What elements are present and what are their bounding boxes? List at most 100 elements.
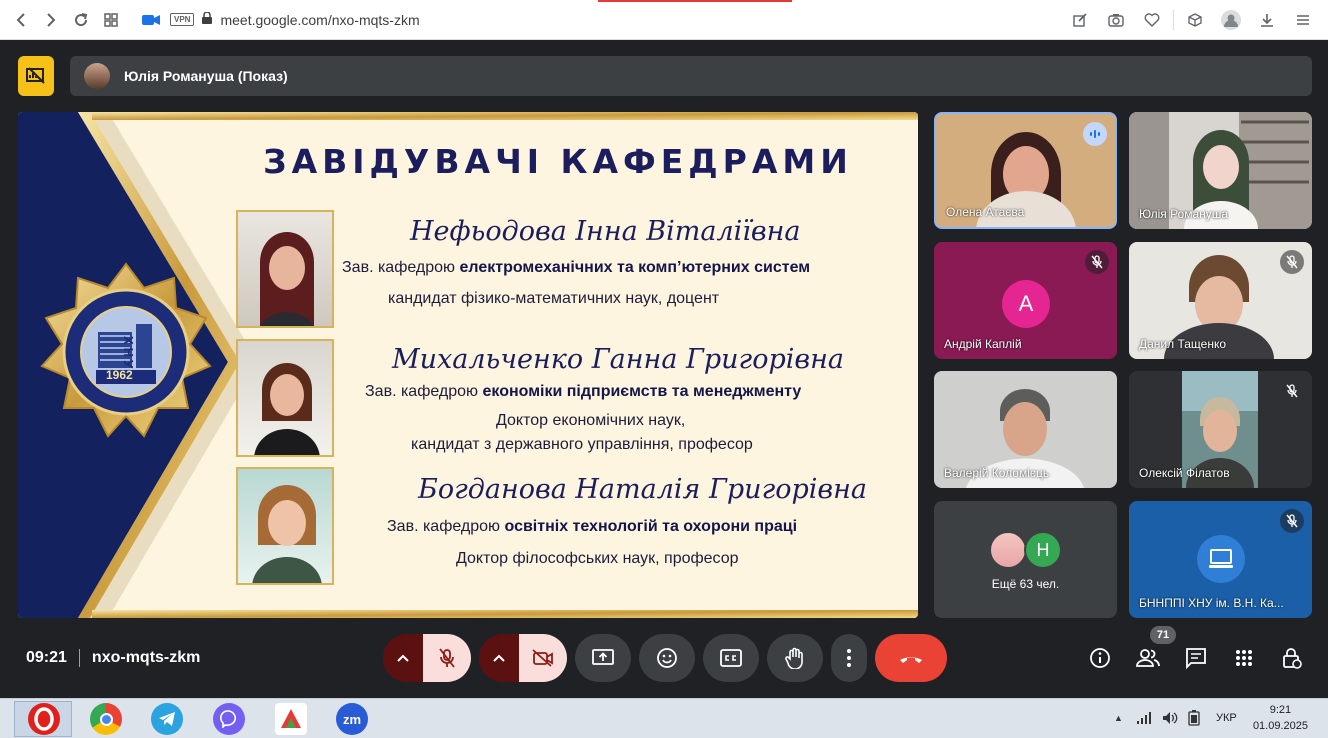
heart-icon[interactable] [1137, 5, 1167, 35]
info-icon [1090, 648, 1110, 668]
position-prefix: Зав. кафедрою [387, 518, 501, 535]
tray-clock[interactable]: 9:21 01.09.2025 [1253, 702, 1308, 734]
back-icon[interactable] [6, 5, 36, 35]
person-position-3: Зав. кафедрою освітніх технологій та охо… [387, 518, 797, 536]
raise-hand-button[interactable] [767, 634, 823, 682]
chat-icon [1186, 648, 1206, 669]
presenter-avatar [84, 63, 110, 89]
participant-avatar-photo [989, 531, 1027, 569]
opera-icon [28, 703, 60, 735]
chrome-icon[interactable] [90, 703, 122, 735]
lock-icon [202, 10, 213, 29]
reactions-button[interactable] [639, 634, 695, 682]
participant-tile-5[interactable]: Валерій Коломієць [934, 371, 1117, 488]
reload-icon[interactable] [66, 5, 96, 35]
meeting-details-button[interactable] [1086, 644, 1114, 672]
participant-tile-2[interactable]: Юлія Романуша [1129, 112, 1312, 229]
presentation-icon[interactable] [18, 56, 54, 96]
signal-icon[interactable] [1136, 711, 1152, 725]
more-participants-label: Ещё 63 чел. [991, 577, 1060, 591]
person-photo-2 [236, 339, 334, 457]
mic-off-icon [1085, 250, 1109, 274]
more-vert-icon [847, 649, 851, 667]
battery-icon[interactable] [1188, 710, 1200, 726]
address-bar[interactable]: meet.google.com/nxo-mqts-zkm [220, 12, 419, 28]
clock-time: 9:21 [1269, 704, 1292, 716]
participant-name: Юлія Романуша [1139, 207, 1229, 221]
participant-name: Олена Атаєва [946, 205, 1025, 219]
people-icon [1136, 649, 1160, 667]
more-options-button[interactable] [831, 634, 867, 682]
present-screen-button[interactable] [575, 634, 631, 682]
participant-tile-6[interactable]: Олексій Філатов [1129, 371, 1312, 488]
browser-toolbar: VPN meet.google.com/nxo-mqts-zkm [0, 0, 1328, 40]
host-controls-button[interactable] [1278, 644, 1306, 672]
tabs-grid-icon[interactable] [96, 5, 126, 35]
app-icon[interactable] [275, 703, 307, 735]
mic-toggle-button[interactable] [423, 634, 471, 682]
viber-icon[interactable] [213, 703, 245, 735]
person-position-2: Зав. кафедрою економіки підприємств та м… [365, 383, 801, 401]
person-photo-1 [236, 210, 334, 328]
participant-name: Андрій Каплій [944, 337, 1022, 351]
participant-tile-8[interactable]: БННППІ ХНУ ім. В.Н. Ка... [1129, 501, 1312, 618]
video-options-button[interactable] [479, 634, 519, 682]
speaker-icon[interactable] [1162, 711, 1178, 725]
person-degree-2b: кандидат з державного управління, профес… [411, 436, 753, 453]
participant-count-badge: 71 [1150, 626, 1176, 644]
captions-button[interactable] [703, 634, 759, 682]
mic-off-icon [439, 648, 455, 668]
emblem-year: 1962 [106, 368, 133, 382]
presenter-bar[interactable]: Юлія Романуша (Показ) [70, 56, 1312, 96]
camera-toggle-button[interactable] [519, 634, 567, 682]
department-name: електромеханічних та комп’ютерних систем [459, 259, 811, 276]
participant-tile-3[interactable]: A Андрій Каплій [934, 242, 1117, 359]
meeting-code[interactable]: nxo-mqts-zkm [92, 649, 200, 667]
download-icon[interactable] [1252, 5, 1282, 35]
chat-button[interactable] [1182, 644, 1210, 672]
shared-slide: ХНУ 1962 ЗАВІДУВАЧІ КАФЕДРАМИ Нефьодова … [18, 112, 918, 618]
person-degree-1: кандидат фізико-математичних наук, доцен… [388, 290, 720, 307]
vpn-badge[interactable]: VPN [170, 13, 195, 26]
audio-options-button[interactable] [383, 634, 423, 682]
participant-tile-4[interactable]: Данил Тащенко [1129, 242, 1312, 359]
edit-icon[interactable] [1065, 5, 1095, 35]
end-call-icon [900, 657, 922, 663]
slide-title: ЗАВІДУВАЧІ КАФЕДРАМИ [263, 142, 853, 181]
telegram-icon[interactable] [151, 703, 183, 735]
more-participants-tile[interactable]: Н Ещё 63 чел. [934, 501, 1117, 618]
tray-expand-icon[interactable]: ▲ [1114, 713, 1123, 723]
clock-date: 01.09.2025 [1252, 720, 1308, 732]
cube-icon[interactable] [1180, 5, 1210, 35]
zoom-icon[interactable]: zm [336, 703, 368, 735]
activities-button[interactable] [1230, 644, 1258, 672]
divider [78, 649, 80, 667]
forward-icon[interactable] [36, 5, 66, 35]
person-degree-3: Доктор філософських наук, професор [456, 550, 739, 567]
meeting-info: 09:21 nxo-mqts-zkm [26, 649, 200, 667]
toolbar-divider [1173, 10, 1174, 30]
camera-icon[interactable] [1101, 5, 1131, 35]
participant-name: Валерій Коломієць [944, 466, 1050, 480]
language-indicator[interactable]: УКР [1216, 712, 1237, 724]
menu-icon[interactable] [1288, 5, 1318, 35]
chevron-up-icon [397, 654, 409, 662]
tab-indicator [598, 0, 792, 2]
person-degree-2a: Доктор економічних наук, [496, 412, 686, 429]
department-name: освітніх технологій та охорони праці [504, 518, 798, 535]
participant-name: Данил Тащенко [1139, 337, 1227, 351]
people-button[interactable] [1134, 644, 1162, 672]
person-name-3: Богданова Наталія Григорівна [418, 474, 867, 505]
position-prefix: Зав. кафедрою [342, 259, 456, 276]
camera-indicator-icon[interactable] [136, 5, 166, 35]
leave-call-button[interactable] [875, 634, 947, 682]
taskbar-item-opera[interactable] [14, 701, 72, 737]
meeting-time: 09:21 [26, 649, 67, 666]
person-name-1: Нефьодова Інна Віталіївна [410, 216, 801, 247]
participant-avatar: A [1002, 280, 1050, 328]
mic-off-icon [1280, 509, 1304, 533]
emblem-abbr: ХНУ [121, 336, 136, 372]
computer-icon [1197, 535, 1245, 583]
participant-tile-1[interactable]: Олена Атаєва [934, 112, 1117, 229]
profile-avatar-icon[interactable] [1216, 5, 1246, 35]
